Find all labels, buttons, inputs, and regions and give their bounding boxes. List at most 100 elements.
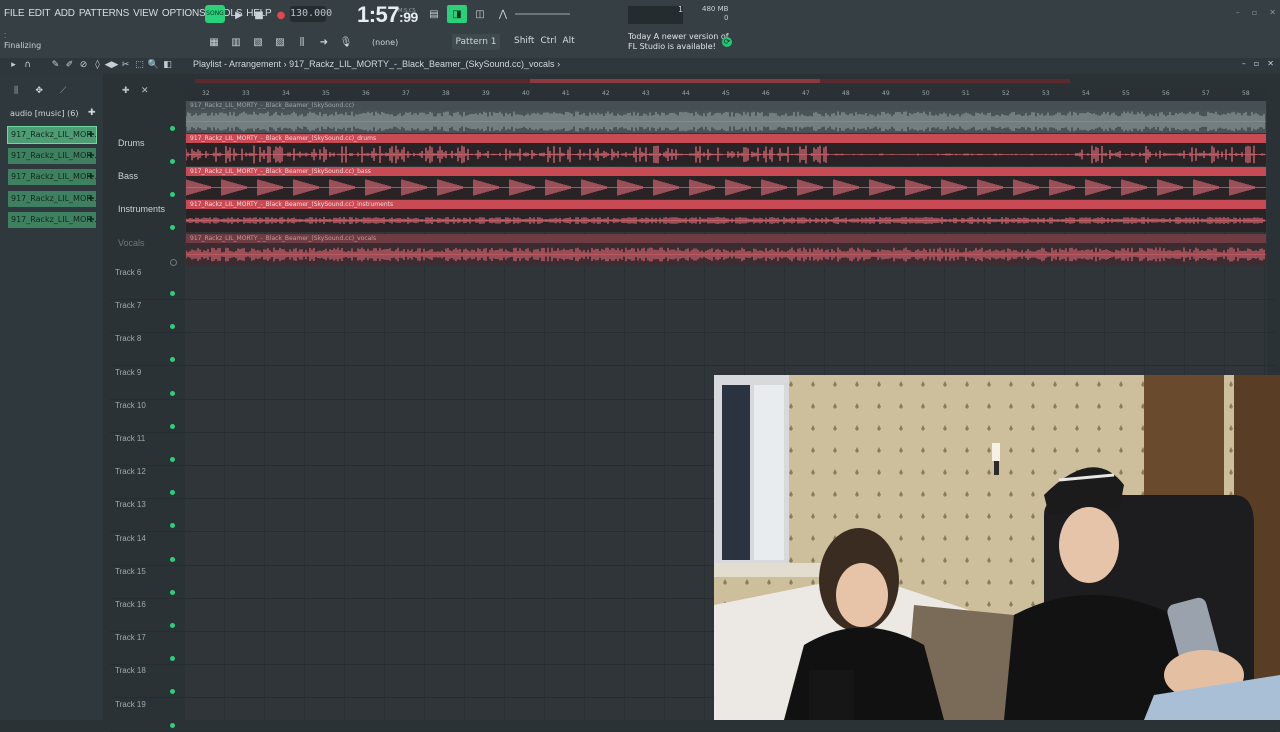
menu-file[interactable]: FILE bbox=[4, 8, 25, 19]
mic-button[interactable]: 🎙 bbox=[337, 33, 355, 51]
track-name[interactable]: Track 7 bbox=[115, 301, 141, 310]
track-name[interactable]: Track 12 bbox=[115, 467, 146, 476]
zoom-icon[interactable]: 🔍 bbox=[148, 58, 159, 72]
loop-region-highlight[interactable] bbox=[530, 79, 820, 83]
track-active-led[interactable] bbox=[170, 589, 175, 595]
refresh-icon[interactable]: ⟳ bbox=[722, 37, 732, 47]
mute-icon[interactable]: ◊ bbox=[92, 58, 103, 72]
menu-add[interactable]: ADD bbox=[54, 8, 75, 19]
play-button[interactable]: ▶ bbox=[230, 7, 248, 23]
playlist-view-button[interactable]: ▦ bbox=[205, 33, 223, 51]
ctrl-key[interactable]: Ctrl bbox=[540, 36, 556, 46]
metronome-button[interactable]: ▤ bbox=[424, 5, 444, 23]
add-track-icon[interactable]: ✚ bbox=[122, 86, 130, 96]
slip-icon[interactable]: ◀▶ bbox=[105, 58, 119, 72]
list-icon[interactable]: ⫼ bbox=[14, 86, 18, 96]
track-name[interactable]: Instruments bbox=[118, 204, 165, 214]
playback-icon[interactable]: ◧ bbox=[162, 58, 173, 72]
clip-item[interactable]: 917_Rackz_LIL_MOR... ✚ bbox=[7, 126, 97, 144]
close-icon[interactable]: ✕ bbox=[141, 86, 149, 96]
slash-icon[interactable]: ⟋ bbox=[60, 86, 66, 96]
clip-item[interactable]: 917_Rackz_LIL_MOR... ✚ bbox=[8, 191, 96, 207]
stop-button[interactable]: ■ bbox=[250, 7, 268, 23]
alt-key[interactable]: Alt bbox=[562, 36, 574, 46]
track-active-led[interactable] bbox=[170, 126, 175, 131]
current-clip-name[interactable]: 917_Rackz_LIL_MORTY_-_Black_Beamer_(SkyS… bbox=[289, 59, 554, 69]
track-active-led[interactable] bbox=[170, 623, 175, 628]
audio-clip-header[interactable]: 917_Rackz_LIL_MORTY_-_Black_Beamer_(SkyS… bbox=[186, 200, 1266, 209]
clip-item[interactable]: 917_Rackz_LIL_MOR... ✚ bbox=[8, 148, 96, 164]
piano-roll-button[interactable]: ▧ bbox=[249, 33, 267, 51]
track-active-led[interactable] bbox=[170, 291, 175, 296]
add-icon[interactable]: ✚ bbox=[88, 108, 96, 118]
track-name[interactable]: Track 14 bbox=[115, 534, 146, 543]
brush-icon[interactable]: ✐ bbox=[64, 58, 75, 72]
close-icon[interactable]: ✕ bbox=[1267, 59, 1274, 68]
track-name[interactable]: Track 9 bbox=[115, 368, 141, 377]
song-time-display[interactable]: 1:57:99 bbox=[357, 2, 418, 28]
loop-record-button[interactable]: ⋀ bbox=[493, 5, 513, 23]
clip-item[interactable]: 917_Rackz_LIL_MOR... ✚ bbox=[8, 212, 96, 228]
track-active-led[interactable] bbox=[170, 192, 175, 197]
audio-clip-header[interactable]: 917_Rackz_LIL_MORTY_-_Black_Beamer_(SkyS… bbox=[186, 167, 1266, 176]
track-active-led[interactable] bbox=[170, 556, 175, 562]
track-name[interactable]: Track 10 bbox=[115, 401, 146, 410]
track-name[interactable]: Track 17 bbox=[115, 633, 146, 642]
song-mode-button[interactable]: SONG bbox=[205, 5, 225, 23]
track-name[interactable]: Vocals bbox=[118, 238, 145, 248]
clip-add-icon[interactable]: ✚ bbox=[86, 169, 96, 185]
delete-icon[interactable]: ⊘ bbox=[78, 58, 89, 72]
menu-patterns[interactable]: PATTERNS bbox=[79, 8, 129, 19]
mixer-button[interactable]: ⫼ bbox=[293, 33, 311, 51]
magnet-icon[interactable]: ∩ bbox=[22, 58, 33, 72]
channel-selector[interactable]: (none) bbox=[372, 38, 398, 47]
master-volume-slider[interactable] bbox=[515, 13, 570, 15]
menu-view[interactable]: VIEW bbox=[133, 8, 158, 19]
clip-add-icon[interactable]: ✚ bbox=[86, 148, 96, 164]
track-name[interactable]: Track 8 bbox=[115, 334, 141, 343]
maximize-icon[interactable]: ▫ bbox=[1254, 59, 1259, 68]
maximize-icon[interactable]: ▫ bbox=[1252, 8, 1257, 17]
track-name[interactable]: Track 18 bbox=[115, 666, 146, 675]
track-active-led[interactable] bbox=[170, 457, 175, 462]
move-icon[interactable]: ✥ bbox=[35, 86, 43, 96]
clip-add-icon[interactable]: ✚ bbox=[86, 191, 96, 207]
browser-button[interactable]: ▨ bbox=[271, 33, 289, 51]
pattern-selector[interactable]: Pattern 1 bbox=[452, 34, 500, 50]
tempo-field[interactable]: 130.000 bbox=[290, 6, 332, 22]
pencil-icon[interactable]: ✎ bbox=[50, 58, 61, 72]
close-icon[interactable]: ✕ bbox=[1269, 8, 1276, 17]
wait-record-button[interactable]: ◨ bbox=[447, 5, 467, 23]
track-name[interactable]: Drums bbox=[118, 138, 145, 148]
channel-rack-button[interactable]: ▥ bbox=[227, 33, 245, 51]
minimize-icon[interactable]: – bbox=[1236, 8, 1240, 17]
audio-clip-header[interactable]: 917_Rackz_LIL_MORTY_-_Black_Beamer_(SkyS… bbox=[186, 134, 1266, 143]
track-name[interactable]: Track 6 bbox=[115, 268, 141, 277]
track-active-led[interactable] bbox=[170, 259, 177, 266]
clip-folder[interactable]: audio [music] (6) bbox=[10, 109, 78, 118]
clip-add-icon[interactable]: ✚ bbox=[86, 212, 96, 228]
track-name[interactable]: Track 19 bbox=[115, 700, 146, 709]
track-name[interactable]: Bass bbox=[118, 171, 138, 181]
track-active-led[interactable] bbox=[170, 722, 175, 728]
menu-edit[interactable]: EDIT bbox=[28, 8, 50, 19]
slice-icon[interactable]: ✂ bbox=[120, 58, 131, 72]
minimize-icon[interactable]: – bbox=[1242, 59, 1246, 68]
track-active-led[interactable] bbox=[170, 423, 175, 429]
select-icon[interactable]: ⬚ bbox=[134, 58, 145, 72]
record-button[interactable]: ● bbox=[272, 7, 290, 23]
track-name[interactable]: Track 13 bbox=[115, 500, 146, 509]
news-panel[interactable]: Today A newer version of FL Studio is av… bbox=[628, 32, 729, 52]
countdown-button[interactable]: ◫ bbox=[470, 5, 490, 23]
track-name[interactable]: Track 11 bbox=[115, 434, 145, 443]
track-active-led[interactable] bbox=[170, 159, 175, 164]
track-active-led[interactable] bbox=[170, 390, 175, 396]
clip-add-icon[interactable]: ✚ bbox=[86, 127, 96, 143]
track-active-led[interactable] bbox=[170, 225, 175, 230]
audio-clip-header[interactable]: 917_Rackz_LIL_MORTY_-_Black_Beamer_(SkyS… bbox=[186, 234, 1266, 243]
audio-clip-header[interactable]: 917_Rackz_LIL_MORTY_-_Black_Beamer_(SkyS… bbox=[186, 101, 1266, 110]
clip-item[interactable]: 917_Rackz_LIL_MOR... ✚ bbox=[8, 169, 96, 185]
menu-options[interactable]: OPTIONS bbox=[162, 8, 206, 19]
shift-key[interactable]: Shift bbox=[514, 36, 534, 46]
track-name[interactable]: Track 16 bbox=[115, 600, 146, 609]
